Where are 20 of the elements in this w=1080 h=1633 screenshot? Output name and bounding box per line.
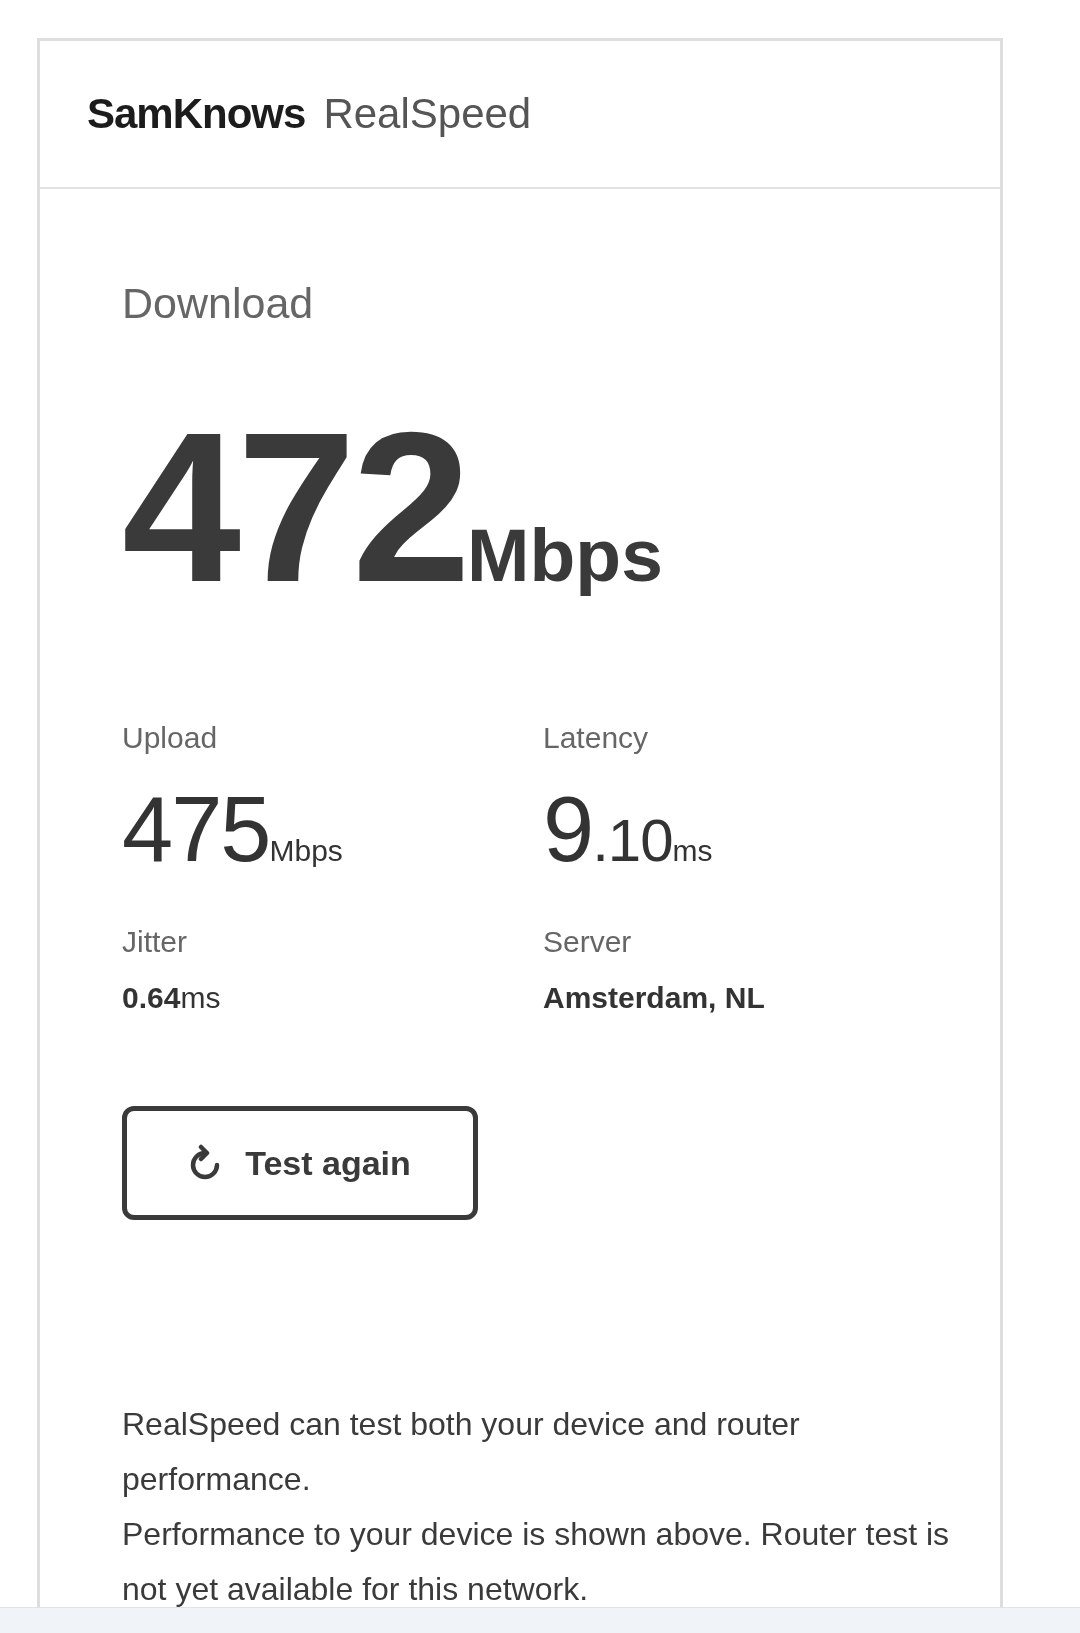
metric-value: 9 (543, 783, 593, 875)
test-again-button[interactable]: Test again (122, 1106, 478, 1220)
download-value: 472 (122, 400, 468, 614)
metric-label: Latency (543, 720, 649, 756)
info-text: RealSpeed can test both your device and router performance. (122, 1405, 801, 1499)
metric-value: Amsterdam, NL (543, 980, 765, 1016)
product-name: RealSpeed (323, 88, 532, 139)
download-label: Download (122, 278, 314, 328)
metric-value: 0.64 (122, 980, 181, 1016)
refresh-icon (189, 1144, 222, 1182)
metric-value: 475 (122, 783, 270, 875)
metric-unit: Mbps (269, 836, 343, 866)
info-text: Performance to your device is shown above. Router test is not yet available for this network. (122, 1515, 951, 1609)
metric-label: Jitter (122, 924, 187, 960)
metric-label: Upload (122, 720, 218, 756)
metric-unit: ms (672, 836, 713, 866)
metric-unit: ms (180, 980, 221, 1016)
metric-decimals: .10 (592, 811, 673, 871)
brand-name: SamKnows (87, 88, 306, 139)
metric-label: Server (543, 924, 632, 960)
